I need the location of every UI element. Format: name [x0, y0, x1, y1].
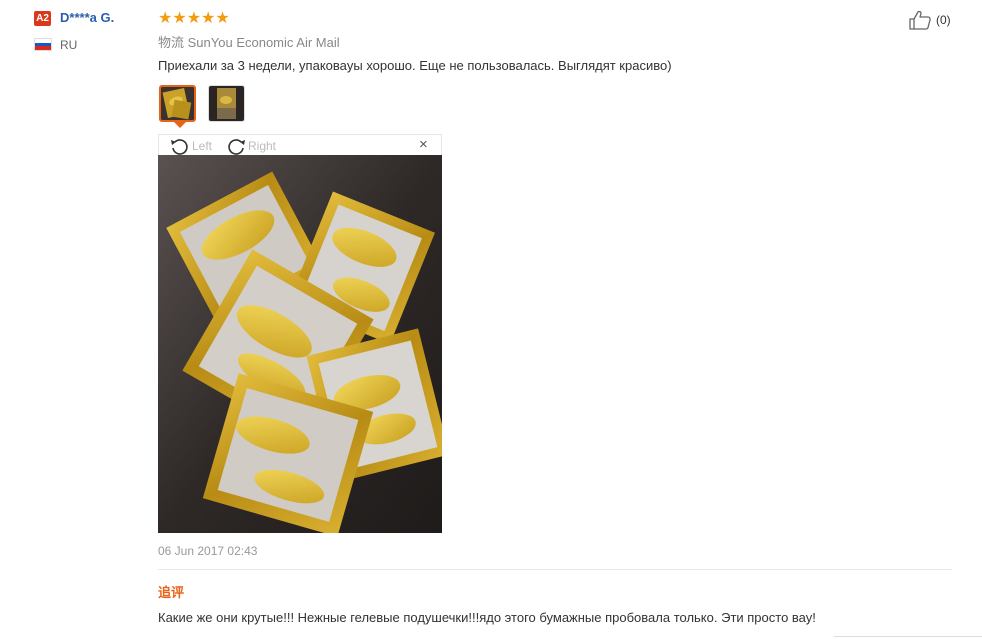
- rotate-right-button[interactable]: Right: [225, 137, 276, 155]
- review-text: Приехали за 3 недели, упаковаyы хорошо. …: [158, 58, 672, 73]
- gold-mask-thumbnail-image-2: [209, 86, 244, 121]
- gold-eye-mask-packets-image: [158, 155, 442, 533]
- review-photo-thumbnail-2[interactable]: [208, 85, 245, 122]
- logistics-info: 物流 SunYou Economic Air Mail: [158, 32, 340, 51]
- helpful-button[interactable]: (0): [908, 10, 951, 30]
- reviewer-country: RU: [60, 38, 78, 52]
- additional-feedback-text: Какие же они крутые!!! Нежные гелевые по…: [158, 610, 816, 625]
- close-viewer-button[interactable]: ×: [419, 136, 428, 153]
- gold-mask-thumbnail-image: [161, 87, 194, 120]
- buyer-level-badge: A2: [34, 11, 51, 26]
- logistics-label: 物流: [158, 35, 185, 50]
- rotate-left-label: Left: [192, 139, 213, 153]
- rotate-right-icon: [228, 139, 245, 155]
- review-photo-thumbnail-1[interactable]: [159, 85, 196, 122]
- image-viewer-toolbar: Left Right ×: [158, 134, 442, 155]
- bottom-edge-line: [834, 636, 982, 637]
- rotate-right-label: Right: [248, 139, 277, 153]
- helpful-count: (0): [936, 13, 951, 27]
- star-rating: ★★★★★: [158, 10, 230, 27]
- divider: [158, 569, 952, 570]
- review-date: 06 Jun 2017 02:43: [158, 544, 258, 558]
- additional-feedback-label: 追评: [158, 585, 185, 600]
- review-photo-enlarged: [158, 155, 442, 533]
- rotate-left-icon: [171, 139, 188, 155]
- thumbs-up-icon: [909, 10, 931, 30]
- selected-thumbnail-indicator: [174, 122, 186, 128]
- reviewer-name: D****a G.: [60, 10, 115, 25]
- russia-flag-icon: [34, 38, 52, 51]
- logistics-method: SunYou Economic Air Mail: [187, 35, 340, 50]
- rotate-left-button[interactable]: Left: [169, 137, 212, 155]
